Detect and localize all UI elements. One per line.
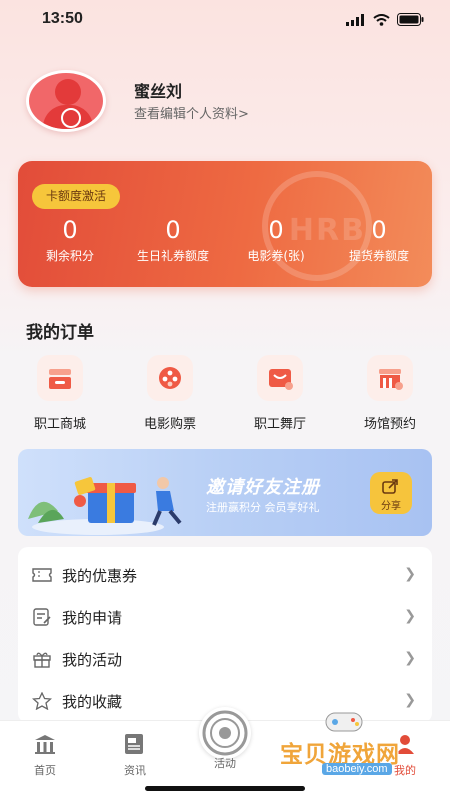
share-button-label: 分享 — [381, 501, 401, 512]
order-label: 电影购票 — [143, 417, 196, 432]
stat-label: 电影券(张) — [247, 249, 305, 263]
tab-label: 首页 — [34, 764, 56, 777]
film-reel-icon — [147, 355, 193, 401]
home-indicator — [145, 786, 305, 791]
stat-pickup-voucher[interactable]: 0 提货券额度 — [329, 215, 429, 264]
chevron-right-icon: ❯ — [404, 608, 416, 624]
menu-label: 我的申请 — [62, 609, 123, 627]
order-label: 职工商城 — [33, 417, 86, 432]
dance-hall-icon — [257, 355, 303, 401]
menu-item-activities[interactable]: 我的活动 ❯ — [18, 638, 432, 680]
wifi-icon — [373, 13, 390, 26]
tab-label: 活动 — [214, 757, 236, 770]
share-button[interactable]: 分享 — [370, 472, 412, 514]
menu-label: 我的优惠券 — [62, 567, 138, 585]
card-activate-badge[interactable]: 卡额度激活 — [32, 184, 121, 209]
chevron-right-icon: ❯ — [404, 566, 416, 582]
order-label: 职工舞厅 — [253, 417, 306, 432]
account-menu: 我的优惠券 ❯ 我的申请 ❯ 我的活动 ❯ 我的收藏 ❯ — [18, 547, 432, 723]
home-icon — [35, 735, 55, 754]
tab-activity[interactable]: 活动 — [190, 755, 260, 771]
status-icons — [346, 13, 424, 26]
order-item-movie-tickets[interactable]: 电影购票 — [120, 355, 220, 432]
banner-subtitle: 注册赢积分 会员享好礼 — [206, 501, 320, 514]
gift-icon — [33, 652, 51, 668]
stat-points[interactable]: 0 剩余积分 — [20, 215, 120, 264]
stat-label: 生日礼券额度 — [136, 249, 209, 263]
stat-label: 提货券额度 — [348, 249, 409, 263]
activity-center-button[interactable] — [199, 707, 251, 759]
stat-value: 0 — [165, 216, 181, 244]
gamepad-icon — [325, 712, 363, 732]
coupon-icon — [32, 568, 52, 582]
order-item-venue-booking[interactable]: 场馆预约 — [340, 355, 440, 432]
order-label: 场馆预约 — [363, 417, 416, 432]
gift-box-illustration — [28, 477, 182, 535]
orders-section-title: 我的订单 — [26, 323, 94, 343]
watermark-url: baobeiy.com — [322, 763, 392, 775]
stat-birthday-coupon[interactable]: 0 生日礼券额度 — [123, 215, 223, 264]
avatar[interactable] — [26, 70, 106, 132]
menu-item-applications[interactable]: 我的申请 ❯ — [18, 596, 432, 638]
edit-profile-link[interactable]: 查看编辑个人资料> — [134, 103, 249, 122]
news-icon — [125, 734, 143, 754]
tab-label: 资讯 — [124, 764, 146, 777]
status-time: 13:50 — [42, 10, 83, 27]
status-bar: 13:50 — [0, 0, 450, 40]
share-icon — [382, 479, 398, 494]
signal-icon — [346, 13, 364, 26]
activity-icon — [202, 710, 248, 756]
shop-icon — [37, 355, 83, 401]
order-item-staff-mall[interactable]: 职工商城 — [10, 355, 110, 432]
tab-home[interactable]: 首页 — [10, 733, 80, 778]
stat-label: 剩余积分 — [45, 249, 94, 263]
venue-icon — [367, 355, 413, 401]
invite-banner[interactable]: 邀请好友注册 注册赢积分 会员享好礼 分享 — [18, 449, 432, 536]
site-watermark: 宝贝游戏网 baobeiy.com — [272, 705, 422, 781]
menu-label: 我的活动 — [62, 651, 123, 669]
application-icon — [33, 608, 51, 626]
menu-label: 我的收藏 — [62, 693, 123, 711]
chevron-right-icon: ❯ — [404, 650, 416, 666]
battery-icon — [397, 13, 424, 26]
membership-card: HRB 卡额度激活 0 剩余积分 0 生日礼券额度 0 电影券(张) 0 提货券… — [18, 161, 432, 287]
tab-news[interactable]: 资讯 — [100, 733, 170, 778]
stat-value: 0 — [62, 216, 78, 244]
menu-item-coupons[interactable]: 我的优惠券 ❯ — [18, 554, 432, 596]
star-icon — [32, 692, 52, 710]
stat-value: 0 — [268, 216, 284, 244]
stat-movie-tickets[interactable]: 0 电影券(张) — [226, 215, 326, 264]
stat-value: 0 — [371, 216, 387, 244]
profile-name: 蜜丝刘 — [134, 82, 183, 101]
order-item-dance-hall[interactable]: 职工舞厅 — [230, 355, 330, 432]
profile-header[interactable]: 蜜丝刘 查看编辑个人资料> — [26, 70, 426, 134]
banner-title: 邀请好友注册 — [206, 477, 320, 498]
